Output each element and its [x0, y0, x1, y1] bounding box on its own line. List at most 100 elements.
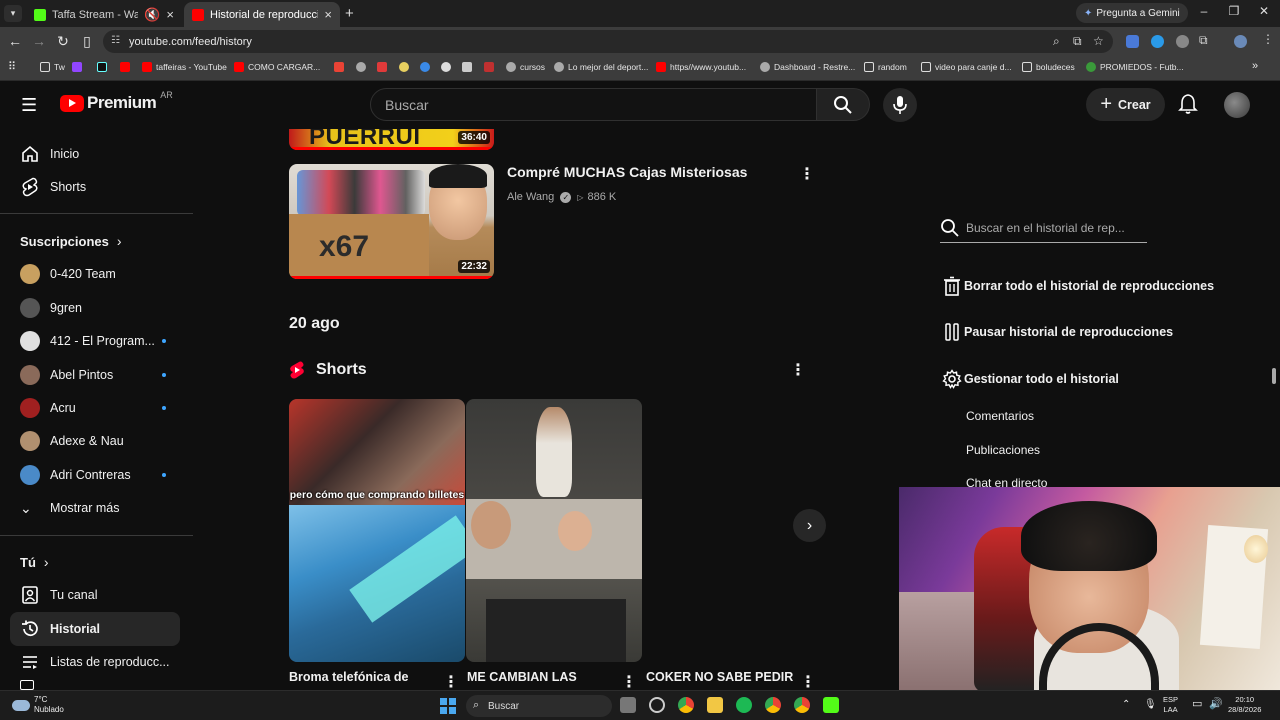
sidebar-item-subscription[interactable]: Adri Contreras	[10, 458, 180, 492]
spotify-icon[interactable]	[736, 697, 752, 713]
short-menu-icon[interactable]: ⋮	[443, 675, 459, 691]
shorts-menu-icon[interactable]: ⋮	[790, 363, 806, 379]
sidebar-item-subscription[interactable]: Adexe & Nau	[10, 424, 180, 458]
bookmark-item[interactable]	[356, 62, 370, 72]
guide-menu-icon[interactable]: ☰	[21, 95, 37, 116]
search-input[interactable]: Buscar	[370, 88, 817, 121]
close-tab-icon[interactable]: ×	[324, 7, 332, 22]
bookmark-item[interactable]	[462, 62, 476, 72]
address-bar[interactable]: ☷ youtube.com/feed/history ⌕ ⧉ ☆	[103, 30, 1113, 53]
sidebar-item-history[interactable]: Historial	[10, 612, 180, 646]
sidebar-item-subscription[interactable]: 412 - El Program...	[10, 324, 180, 358]
video-menu-icon[interactable]: ⋮	[799, 167, 815, 183]
short-title[interactable]: Broma telefónica de	[289, 670, 408, 684]
microphone-icon[interactable]: 🎙	[1144, 700, 1157, 710]
bookmark-item[interactable]	[97, 62, 111, 72]
bookmark-item[interactable]	[377, 62, 391, 72]
bookmark-item[interactable]	[420, 62, 434, 72]
apps-icon[interactable]: ⠿	[8, 60, 16, 73]
speaker-muted-icon[interactable]: 🔇	[144, 7, 160, 23]
sidebar-item-partial[interactable]	[10, 679, 180, 690]
bookmark-item[interactable]	[484, 62, 498, 72]
menu-kebab-icon[interactable]: ⋮	[1262, 32, 1274, 46]
bookmark-item[interactable]: COMO CARGAR...	[234, 62, 320, 72]
profile-icon[interactable]	[1234, 35, 1247, 48]
extension-icon[interactable]	[1176, 35, 1189, 48]
kick-icon[interactable]	[823, 697, 839, 713]
bookmark-item[interactable]: https//www.youtub...	[656, 62, 746, 72]
clear-history-button[interactable]: Borrar todo el historial de reproduccion…	[940, 276, 1214, 296]
subscriptions-header[interactable]: Suscripciones ›	[20, 233, 122, 249]
bookmark-item[interactable]: PROMIEDOS - Futb...	[1086, 62, 1184, 72]
more-bookmarks-icon[interactable]: »	[1252, 60, 1258, 72]
sidebar-item-playlists[interactable]: Listas de reproducc...	[10, 645, 180, 679]
bookmark-item[interactable]: random	[864, 62, 907, 72]
taskbar-search[interactable]: ⌕ Buscar	[466, 695, 612, 717]
browser-tab-kick[interactable]: Taffa Stream - Watch Live o 🔇 ×	[26, 2, 182, 27]
extensions-puzzle-icon[interactable]: ⧉	[1199, 33, 1208, 48]
chrome-icon[interactable]	[794, 697, 810, 713]
history-search-input[interactable]: Buscar en el historial de rep...	[940, 214, 1147, 243]
sidebar-item-subscription[interactable]: Acru	[10, 391, 180, 425]
clock[interactable]: 20:10 28/8/2026	[1228, 695, 1261, 715]
bookmark-item[interactable]: video para canje d...	[921, 62, 1012, 72]
history-link-comments[interactable]: Comentarios	[966, 409, 1034, 423]
minimize-button[interactable]: –	[1194, 4, 1214, 18]
sidebar-item-your-channel[interactable]: Tu canal	[10, 578, 180, 612]
volume-icon[interactable]: 🔊	[1209, 699, 1223, 710]
close-window-button[interactable]: ✕	[1254, 4, 1274, 18]
short-thumbnail[interactable]: pero cómo que comprando billetes	[289, 399, 465, 662]
voice-search-button[interactable]	[883, 88, 917, 122]
short-thumbnail[interactable]	[466, 399, 642, 662]
short-title[interactable]: ME CAMBIAN LAS	[467, 670, 577, 684]
history-link-posts[interactable]: Publicaciones	[966, 443, 1040, 457]
you-header[interactable]: Tú ›	[20, 554, 49, 570]
sidebar-item-subscription[interactable]: Abel Pintos	[10, 358, 180, 392]
manage-history-button[interactable]: Gestionar todo el historial	[940, 369, 1119, 389]
sidebar-item-subscription[interactable]: 0-420 Team	[10, 257, 180, 291]
bookmark-item[interactable]: Dashboard - Restre...	[760, 62, 855, 72]
back-button[interactable]: ←	[7, 33, 23, 49]
extension-icon[interactable]	[1151, 35, 1164, 48]
bookmark-item[interactable]: Tw	[40, 62, 65, 72]
notifications-button[interactable]	[1178, 93, 1198, 120]
bookmark-item[interactable]: boludeces	[1022, 62, 1075, 72]
app-icon[interactable]	[649, 697, 665, 713]
bookmark-item[interactable]	[120, 62, 134, 72]
browser-tab-history[interactable]: Historial de reproducciones - Yo ×	[184, 2, 340, 27]
close-tab-icon[interactable]: ×	[166, 7, 174, 22]
bookmark-item[interactable]	[334, 62, 348, 72]
video-thumbnail[interactable]: x67 22:32	[289, 164, 494, 279]
weather-widget[interactable]: 7°C Nublado	[12, 695, 64, 715]
bookmark-item[interactable]	[72, 62, 86, 72]
short-menu-icon[interactable]: ⋮	[621, 675, 637, 691]
sidebar-item-inicio[interactable]: Inicio	[10, 137, 180, 171]
reload-button[interactable]: ↻	[55, 33, 71, 50]
site-info-icon[interactable]: ☷	[111, 35, 120, 46]
new-tab-button[interactable]: +	[345, 5, 354, 22]
youtube-premium-logo[interactable]: Premium AR	[60, 90, 173, 113]
language-indicator[interactable]: ESP LAA	[1163, 695, 1178, 715]
chrome-icon[interactable]	[765, 697, 781, 713]
forward-button[interactable]: →	[31, 33, 47, 49]
page-scrollbar-thumb[interactable]	[1272, 368, 1276, 384]
channel-name[interactable]: Ale Wang	[507, 191, 554, 203]
pause-history-button[interactable]: Pausar historial de reproducciones	[940, 323, 1173, 341]
show-more-button[interactable]: ⌄ Mostrar más	[10, 491, 180, 525]
video-title[interactable]: Compré MUCHAS Cajas Misteriosas	[507, 164, 747, 180]
network-icon[interactable]: ▭	[1192, 699, 1202, 710]
maximize-button[interactable]: ❐	[1224, 4, 1244, 18]
create-button[interactable]: + Crear	[1086, 88, 1165, 121]
install-icon[interactable]: ⧉	[1073, 34, 1082, 49]
side-panel-button[interactable]: ▯	[79, 33, 95, 50]
zoom-icon[interactable]: ⌕	[1053, 34, 1060, 49]
shorts-next-button[interactable]: ›	[793, 509, 826, 542]
bookmark-star-icon[interactable]: ☆	[1093, 34, 1104, 48]
gemini-button[interactable]: ✦ Pregunta a Gemini	[1076, 3, 1188, 23]
tab-search-button[interactable]: ▾	[4, 5, 22, 22]
bookmark-item[interactable]: taffeiras - YouTube	[142, 62, 227, 72]
bookmark-item[interactable]	[399, 62, 413, 72]
search-button[interactable]	[817, 88, 870, 121]
video-thumbnail[interactable]: PUERRUI 36:40	[289, 129, 494, 150]
extension-icon[interactable]	[1126, 35, 1139, 48]
